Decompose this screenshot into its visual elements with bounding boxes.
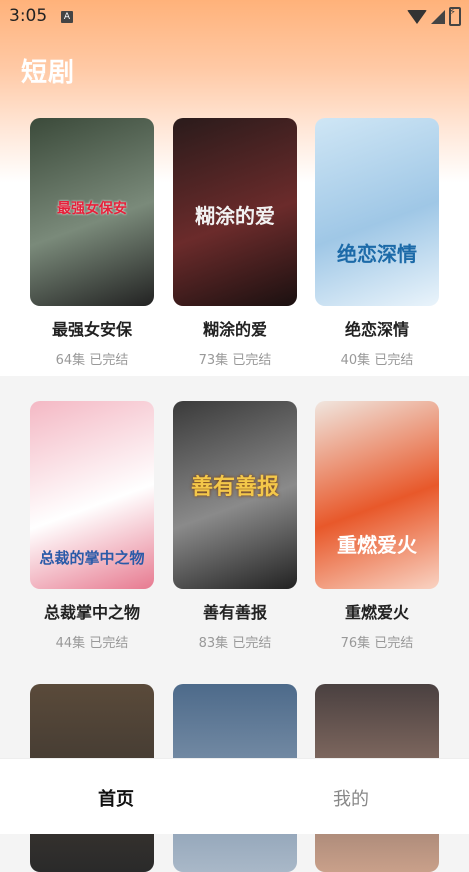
drama-title: 重燃爱火 bbox=[344, 603, 409, 622]
wifi-icon bbox=[407, 9, 427, 24]
drama-poster[interactable]: 绝恋深情 bbox=[315, 118, 439, 306]
drama-status: 已完结 bbox=[374, 353, 414, 368]
drama-poster[interactable]: 总裁的掌中之物 bbox=[30, 401, 154, 589]
poster-title-text: 善有善报 bbox=[190, 474, 279, 500]
drama-title: 最强女安保 bbox=[51, 320, 132, 339]
drama-meta: 40集 已完结 bbox=[315, 349, 439, 368]
episode-count: 64集 bbox=[55, 353, 86, 368]
episode-count: 44集 bbox=[55, 636, 86, 651]
battery-charging-icon bbox=[449, 7, 461, 26]
drama-status: 已完结 bbox=[89, 636, 129, 651]
drama-poster[interactable]: 糊涂的爱 bbox=[173, 118, 297, 306]
drama-title: 善有善报 bbox=[202, 603, 267, 622]
drama-poster[interactable]: 善有善报 bbox=[173, 401, 297, 589]
episode-count: 40集 bbox=[340, 353, 371, 368]
poster-title-text: 最强女保安 bbox=[57, 201, 127, 217]
nav-tab-mine[interactable]: 我的 bbox=[333, 785, 369, 811]
drama-status: 已完结 bbox=[232, 353, 272, 368]
cellular-signal-icon bbox=[431, 9, 445, 24]
status-time: 3:05 bbox=[9, 6, 48, 26]
poster-title-text: 绝恋深情 bbox=[337, 242, 417, 266]
episode-count: 83集 bbox=[198, 636, 229, 651]
status-bar: 3:05 A bbox=[0, 0, 469, 34]
episode-count: 73集 bbox=[198, 353, 229, 368]
drama-card[interactable]: 善有善报 善有善报 83集 已完结 bbox=[173, 401, 297, 651]
drama-poster[interactable]: 最强女保安 bbox=[30, 118, 154, 306]
drama-status: 已完结 bbox=[89, 353, 129, 368]
poster-title-text: 重燃爱火 bbox=[337, 533, 417, 557]
drama-title: 糊涂的爱 bbox=[202, 320, 267, 339]
notification-icon: A bbox=[61, 11, 73, 23]
bottom-navigation: 首页 我的 bbox=[0, 758, 469, 834]
drama-status: 已完结 bbox=[374, 636, 414, 651]
drama-status: 已完结 bbox=[232, 636, 272, 651]
drama-poster[interactable]: 重燃爱火 bbox=[315, 401, 439, 589]
nav-tab-home[interactable]: 首页 bbox=[98, 785, 134, 811]
drama-meta: 64集 已完结 bbox=[30, 349, 154, 368]
drama-card[interactable]: 绝恋深情 绝恋深情 40集 已完结 bbox=[315, 118, 439, 368]
episode-count: 76集 bbox=[340, 636, 371, 651]
drama-title: 绝恋深情 bbox=[344, 320, 409, 339]
drama-meta: 73集 已完结 bbox=[173, 349, 297, 368]
drama-card[interactable]: 重燃爱火 重燃爱火 76集 已完结 bbox=[315, 401, 439, 651]
poster-title-text: 糊涂的爱 bbox=[195, 204, 275, 228]
drama-title: 总裁掌中之物 bbox=[43, 603, 140, 622]
drama-meta: 44集 已完结 bbox=[30, 632, 154, 651]
page-title: 短剧 bbox=[21, 58, 76, 88]
drama-card[interactable]: 最强女保安 最强女安保 64集 已完结 bbox=[30, 118, 154, 368]
poster-title-text: 总裁的掌中之物 bbox=[39, 549, 145, 567]
drama-meta: 83集 已完结 bbox=[173, 632, 297, 651]
drama-card[interactable]: 糊涂的爱 糊涂的爱 73集 已完结 bbox=[173, 118, 297, 368]
drama-meta: 76集 已完结 bbox=[315, 632, 439, 651]
drama-card[interactable]: 总裁的掌中之物 总裁掌中之物 44集 已完结 bbox=[30, 401, 154, 651]
